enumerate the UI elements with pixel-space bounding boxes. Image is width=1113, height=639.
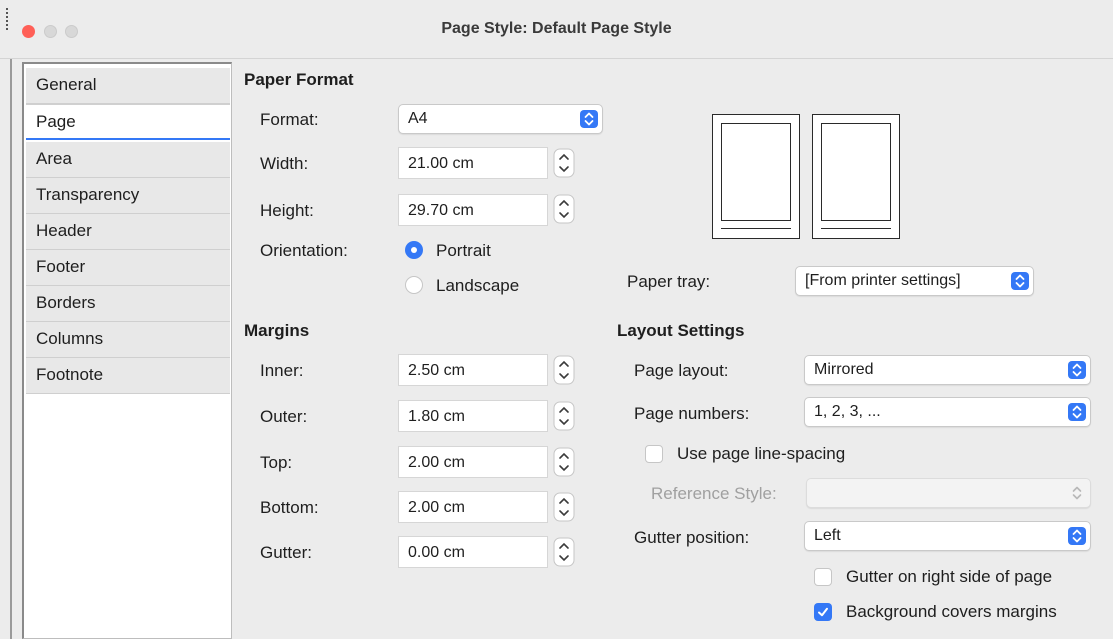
format-label: Format: bbox=[260, 110, 319, 129]
portrait-label: Portrait bbox=[436, 241, 491, 260]
gutter-stepper[interactable] bbox=[553, 537, 575, 567]
inner-field[interactable]: 2.50 cm bbox=[398, 354, 548, 386]
layout-settings-heading: Layout Settings bbox=[617, 321, 745, 340]
use-line-spacing-checkbox[interactable] bbox=[645, 445, 663, 463]
page-numbers-select[interactable]: 1, 2, 3, ... bbox=[804, 397, 1091, 427]
inner-stepper[interactable] bbox=[553, 355, 575, 385]
gutter-position-label: Gutter position: bbox=[634, 528, 750, 547]
tab-borders[interactable]: Borders bbox=[26, 286, 230, 322]
background-covers-checkbox[interactable] bbox=[814, 603, 832, 621]
top-field[interactable]: 2.00 cm bbox=[398, 446, 548, 478]
outer-label: Outer: bbox=[260, 407, 308, 426]
width-label: Width: bbox=[260, 154, 309, 173]
landscape-radio[interactable] bbox=[405, 276, 423, 294]
top-label: Top: bbox=[260, 453, 293, 472]
chevron-updown-icon bbox=[1068, 361, 1086, 379]
gutter-position-select[interactable]: Left bbox=[804, 521, 1091, 551]
reference-style-select[interactable] bbox=[806, 478, 1091, 508]
tab-columns[interactable]: Columns bbox=[26, 322, 230, 358]
top-stepper[interactable] bbox=[553, 447, 575, 477]
checkmark-icon bbox=[818, 607, 828, 617]
gutter-right-checkbox[interactable] bbox=[814, 568, 832, 586]
landscape-label: Landscape bbox=[436, 276, 520, 295]
outer-stepper[interactable] bbox=[553, 401, 575, 431]
background-covers-label: Background covers margins bbox=[846, 602, 1057, 621]
page-preview-right bbox=[812, 114, 900, 239]
width-stepper[interactable] bbox=[553, 148, 575, 178]
page-layout-select[interactable]: Mirrored bbox=[804, 355, 1091, 385]
bottom-field[interactable]: 2.00 cm bbox=[398, 491, 548, 523]
tab-area[interactable]: Area bbox=[26, 142, 230, 178]
width-field[interactable]: 21.00 cm bbox=[398, 147, 548, 179]
tab-list: General Page Area Transparency Header Fo… bbox=[22, 62, 232, 639]
window-title: Page Style: Default Page Style bbox=[441, 20, 672, 37]
chevron-updown-icon bbox=[580, 110, 598, 128]
tab-footer[interactable]: Footer bbox=[26, 250, 230, 286]
height-field[interactable]: 29.70 cm bbox=[398, 194, 548, 226]
divider bbox=[10, 59, 12, 639]
bottom-label: Bottom: bbox=[260, 498, 319, 517]
paper-format-heading: Paper Format bbox=[244, 70, 354, 89]
margins-heading: Margins bbox=[244, 321, 310, 340]
chevron-updown-icon bbox=[1068, 403, 1086, 421]
page-preview-left bbox=[712, 114, 800, 239]
height-label: Height: bbox=[260, 201, 314, 220]
use-line-spacing-label: Use page line-spacing bbox=[677, 444, 846, 463]
orientation-label: Orientation: bbox=[260, 241, 348, 260]
chevron-updown-icon bbox=[1072, 486, 1082, 500]
edge-marker bbox=[6, 8, 10, 30]
title-bar: Page Style: Default Page Style bbox=[0, 0, 1113, 59]
outer-field[interactable]: 1.80 cm bbox=[398, 400, 548, 432]
tab-transparency[interactable]: Transparency bbox=[26, 178, 230, 214]
tab-footnote[interactable]: Footnote bbox=[26, 358, 230, 394]
tab-page[interactable]: Page bbox=[26, 104, 230, 140]
chevron-updown-icon bbox=[1011, 272, 1029, 290]
height-stepper[interactable] bbox=[553, 194, 575, 224]
portrait-radio[interactable] bbox=[405, 241, 423, 259]
page-layout-label: Page layout: bbox=[634, 361, 729, 380]
page-numbers-label: Page numbers: bbox=[634, 404, 750, 423]
gutter-right-label: Gutter on right side of page bbox=[846, 567, 1053, 586]
gutter-field[interactable]: 0.00 cm bbox=[398, 536, 548, 568]
bottom-stepper[interactable] bbox=[553, 492, 575, 522]
tab-header[interactable]: Header bbox=[26, 214, 230, 250]
paper-tray-select[interactable]: [From printer settings] bbox=[795, 266, 1034, 296]
chevron-updown-icon bbox=[1068, 527, 1086, 545]
paper-tray-label: Paper tray: bbox=[627, 272, 711, 291]
gutter-label: Gutter: bbox=[260, 543, 312, 562]
reference-style-label: Reference Style: bbox=[651, 484, 777, 503]
inner-label: Inner: bbox=[260, 361, 304, 380]
tab-general[interactable]: General bbox=[26, 68, 230, 104]
format-select[interactable]: A4 bbox=[398, 104, 603, 134]
page-tab-panel bbox=[232, 62, 1113, 639]
